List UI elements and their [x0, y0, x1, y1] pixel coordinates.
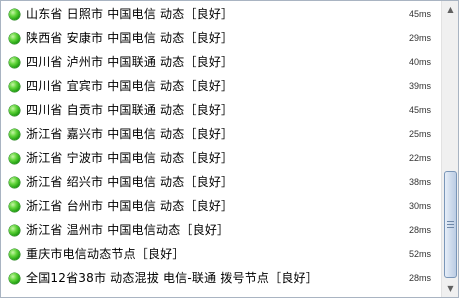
latency-value: 45ms: [408, 9, 431, 19]
list-item[interactable]: 重庆市电信动态节点［良好］ 52ms: [1, 242, 441, 266]
status-ok-icon: [9, 248, 20, 260]
latency-value: 28ms: [408, 273, 431, 283]
latency-value: 40ms: [408, 57, 431, 67]
node-label: 四川省 泸州市 中国联通 动态［良好］: [26, 55, 234, 69]
latency-value: 28ms: [408, 225, 431, 235]
latency-value: 45ms: [408, 105, 431, 115]
status-ok-icon: [9, 224, 20, 236]
node-label: 浙江省 台州市 中国电信 动态［良好］: [26, 199, 234, 213]
node-label: 重庆市电信动态节点［良好］: [26, 247, 185, 261]
status-ok-icon: [9, 80, 20, 92]
list-item[interactable]: 陕西省 安康市 中国电信 动态［良好］ 29ms: [1, 26, 441, 50]
node-label: 浙江省 宁波市 中国电信 动态［良好］: [26, 151, 234, 165]
list-item[interactable]: 浙江省 台州市 中国电信 动态［良好］ 30ms: [1, 194, 441, 218]
list-item[interactable]: 浙江省 温州市 中国电信动态［良好］ 28ms: [1, 218, 441, 242]
node-label: 四川省 自贡市 中国联通 动态［良好］: [26, 103, 234, 117]
grip-icon: [447, 221, 454, 228]
status-ok-icon: [9, 32, 20, 44]
list-item[interactable]: 浙江省 嘉兴市 中国电信 动态［良好］ 25ms: [1, 122, 441, 146]
node-label: 全国12省38市 动态混拔 电信-联通 拨号节点［良好］: [26, 271, 318, 285]
scrollbar-thumb[interactable]: [444, 171, 457, 278]
status-ok-icon: [9, 8, 20, 20]
list-item[interactable]: 四川省 宜宾市 中国电信 动态［良好］ 39ms: [1, 74, 441, 98]
node-label: 浙江省 绍兴市 中国电信 动态［良好］: [26, 175, 234, 189]
status-ok-icon: [9, 128, 20, 140]
arrow-down-icon[interactable]: ▼: [442, 280, 458, 297]
node-label: 山东省 日照市 中国电信 动态［良好］: [26, 7, 234, 21]
list-item[interactable]: 山东省 日照市 中国电信 动态［良好］ 45ms: [1, 2, 441, 26]
vertical-scrollbar[interactable]: ▲ ▼: [441, 1, 458, 297]
node-label: 浙江省 温州市 中国电信动态［良好］: [26, 223, 230, 237]
list-item[interactable]: 四川省 自贡市 中国联通 动态［良好］ 45ms: [1, 98, 441, 122]
status-ok-icon: [9, 200, 20, 212]
node-label: 浙江省 嘉兴市 中国电信 动态［良好］: [26, 127, 234, 141]
list-item[interactable]: 浙江省 绍兴市 中国电信 动态［良好］ 38ms: [1, 170, 441, 194]
list-item[interactable]: 四川省 泸州市 中国联通 动态［良好］ 40ms: [1, 50, 441, 74]
status-ok-icon: [9, 104, 20, 116]
node-label: 陕西省 安康市 中国电信 动态［良好］: [26, 31, 234, 45]
latency-value: 30ms: [408, 201, 431, 211]
list-item[interactable]: 浙江省 宁波市 中国电信 动态［良好］ 22ms: [1, 146, 441, 170]
status-ok-icon: [9, 176, 20, 188]
latency-value: 25ms: [408, 129, 431, 139]
status-ok-icon: [9, 272, 20, 284]
latency-value: 38ms: [408, 177, 431, 187]
node-label: 四川省 宜宾市 中国电信 动态［良好］: [26, 79, 234, 93]
arrow-up-icon[interactable]: ▲: [442, 1, 458, 18]
latency-value: 39ms: [408, 81, 431, 91]
node-list: 山东省 日照市 中国电信 动态［良好］ 45ms 陕西省 安康市 中国电信 动态…: [1, 1, 441, 297]
latency-value: 52ms: [408, 249, 431, 259]
latency-value: 22ms: [408, 153, 431, 163]
list-item[interactable]: 全国12省38市 动态混拔 电信-联通 拨号节点［良好］ 28ms: [1, 266, 441, 290]
status-ok-icon: [9, 56, 20, 68]
latency-value: 29ms: [408, 33, 431, 43]
node-list-panel: 山东省 日照市 中国电信 动态［良好］ 45ms 陕西省 安康市 中国电信 动态…: [0, 0, 459, 298]
status-ok-icon: [9, 152, 20, 164]
